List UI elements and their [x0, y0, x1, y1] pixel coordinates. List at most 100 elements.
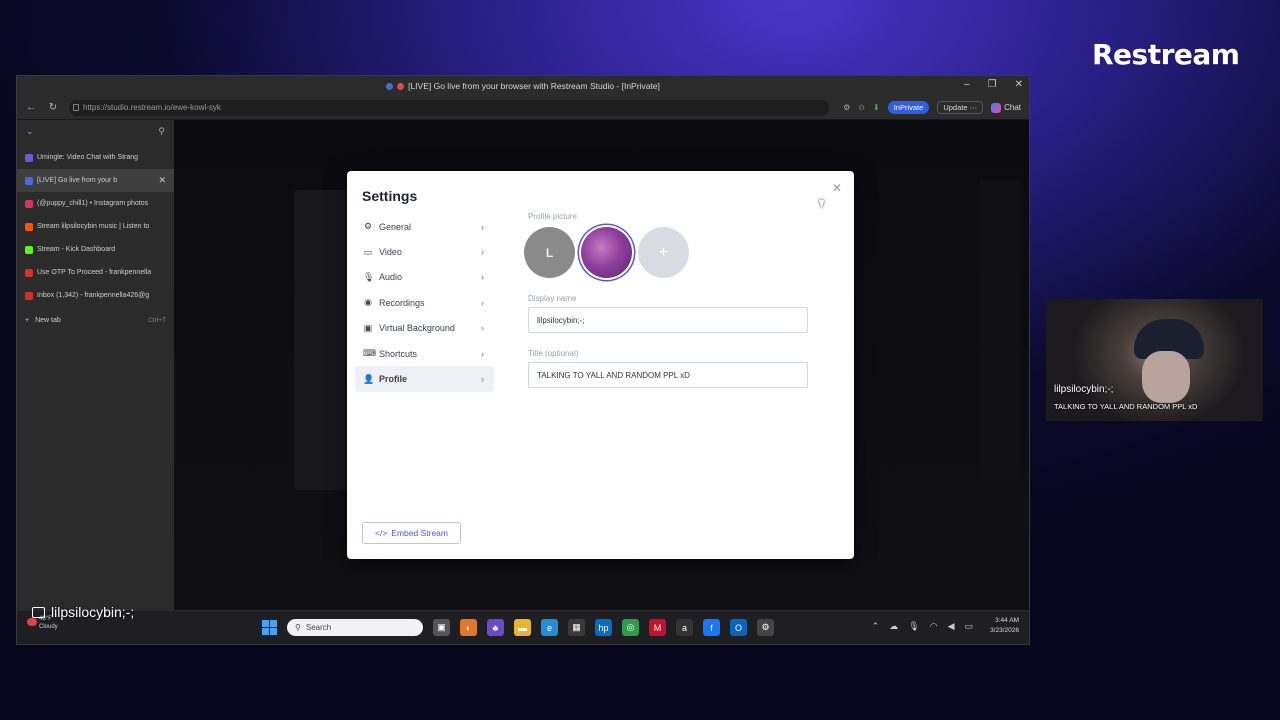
- taskbar-clock[interactable]: 3:44 AM 3/23/2026: [990, 616, 1019, 636]
- new-tab-label: New tab: [35, 316, 61, 324]
- settings-title: Settings: [362, 188, 418, 204]
- mcafee-icon[interactable]: M: [649, 619, 666, 636]
- chevron-right-icon: ›: [481, 247, 484, 258]
- pin-icon[interactable]: ⚲: [158, 126, 165, 137]
- embed-stream-button[interactable]: </> Embed Stream: [362, 522, 461, 544]
- add-avatar-button[interactable]: +: [638, 227, 689, 278]
- close-window-icon[interactable]: ✕: [1015, 79, 1023, 90]
- sidebar-tab[interactable]: Use OTP To Proceed - frankpennella: [17, 261, 174, 284]
- chat-button[interactable]: Chat: [991, 102, 1021, 113]
- avatar-selected-image[interactable]: [581, 227, 632, 278]
- avatar-initial[interactable]: L: [524, 227, 575, 278]
- record-icon: ◉: [364, 297, 372, 308]
- image-icon: ▣: [363, 322, 373, 333]
- live-dot-icon: [397, 82, 405, 90]
- settings-modal: Settings ✕ ⚙ General › ▭ Video › 🎙 Audio › ◉ Recor…: [347, 171, 854, 559]
- back-icon[interactable]: ←: [25, 102, 37, 113]
- window-title: [LIVE] Go live from your browser with Re…: [408, 81, 660, 91]
- wifi-icon[interactable]: ◠: [930, 621, 938, 632]
- tab-favicon-icon: [25, 245, 33, 254]
- chevron-right-icon: ›: [481, 221, 484, 232]
- chrome-icon[interactable]: ◎: [622, 619, 639, 636]
- sidebar-tab[interactable]: Stream lilpsilocybin music | Listen to: [17, 215, 174, 238]
- sidebar-tab[interactable]: [LIVE] Go live from your b ✕: [17, 169, 174, 192]
- settings-menu-item-audio[interactable]: 🎙 Audio ›: [355, 265, 494, 290]
- title-field[interactable]: TALKING TO YALL AND RANDOM PPL xD: [528, 362, 808, 388]
- app-icon-2[interactable]: ♣: [487, 619, 504, 636]
- collapse-chevron-icon[interactable]: ⌄: [26, 126, 34, 137]
- settings-menu-label: Audio: [379, 272, 403, 283]
- close-tab-icon[interactable]: ✕: [158, 175, 166, 186]
- hp-icon[interactable]: hp: [595, 619, 612, 636]
- stream-name-overlay: lilpsilocybin;-;: [32, 604, 134, 620]
- sidebar-tab-label: (@puppy_chill1) • Instagram photos: [37, 200, 149, 207]
- windows-start-icon[interactable]: [262, 620, 277, 635]
- dimmed-side-panel: [980, 180, 1020, 480]
- webcam-face: [1142, 351, 1190, 403]
- close-icon[interactable]: ✕: [832, 181, 842, 195]
- vertical-tabs-sidebar: ⌄ ⚲ Umingle: Video Chat with Strang [LIVE…: [17, 120, 174, 644]
- sidebar-tab-label: Stream - Kick Dashboard: [37, 246, 116, 253]
- sidebar-tab[interactable]: Umingle: Video Chat with Strang: [17, 146, 174, 169]
- sidebar-tab[interactable]: Stream - Kick Dashboard: [17, 238, 174, 261]
- settings-menu-label: General: [379, 221, 412, 232]
- new-tab-shortcut: Ctrl+T: [148, 316, 166, 324]
- search-placeholder: Search: [305, 623, 332, 632]
- profile-picture-label: Profile picture: [528, 212, 577, 221]
- plus-icon: +: [25, 316, 30, 324]
- sidebar-tab[interactable]: (@puppy_chill1) • Instagram photos: [17, 192, 174, 215]
- settings-menu-item-general[interactable]: ⚙ General ›: [355, 214, 494, 239]
- update-button[interactable]: Update ⋯: [937, 101, 984, 114]
- search-icon: ⚲: [295, 623, 301, 632]
- app-icon-1[interactable]: ◐: [460, 619, 477, 636]
- settings-menu-label: Recordings: [379, 297, 425, 308]
- settings-menu-item-shortcuts[interactable]: ⌨ Shortcuts ›: [355, 341, 494, 366]
- settings-menu-item-video[interactable]: ▭ Video ›: [355, 239, 494, 264]
- sidebar-tab-label: Stream lilpsilocybin music | Listen to: [37, 223, 150, 230]
- inprivate-badge[interactable]: InPrivate: [887, 101, 930, 114]
- favorites-icon[interactable]: ✩: [858, 103, 865, 112]
- onedrive-icon[interactable]: ☁: [889, 621, 898, 632]
- title-label: Title (optional): [528, 349, 579, 358]
- chevron-up-icon[interactable]: ⌃: [872, 621, 880, 632]
- settings-menu-item-virtual-background[interactable]: ▣ Virtual Background ›: [355, 316, 494, 341]
- outlook-icon[interactable]: O: [730, 619, 747, 636]
- url-text: https://studio.restream.io/ewe-kowl-syk: [83, 103, 221, 112]
- volume-icon[interactable]: ◀: [948, 621, 955, 632]
- settings-menu-item-profile[interactable]: 👤 Profile ›: [355, 366, 494, 392]
- clock-date: 3/23/2026: [990, 627, 1019, 634]
- gear-icon: ⚙: [363, 221, 373, 232]
- webcam-feed: lilpsilocybin;-; TALKING TO YALL AND RAN…: [1046, 299, 1263, 421]
- settings-gear-icon[interactable]: ⚙: [757, 619, 774, 636]
- taskbar-search[interactable]: ⚲ Search: [287, 619, 423, 636]
- battery-icon[interactable]: ▭: [964, 621, 973, 632]
- amazon-icon[interactable]: a: [676, 619, 693, 636]
- sidebar-tab[interactable]: Inbox (1,342) - frankpennella426@g: [17, 284, 174, 307]
- user-icon: 👤: [363, 373, 375, 384]
- restore-icon[interactable]: ❐: [988, 79, 997, 90]
- task-view-icon[interactable]: ▣: [433, 619, 450, 636]
- copilot-icon: [991, 102, 1002, 113]
- file-explorer-icon[interactable]: ▬: [514, 619, 531, 636]
- restream-logo: Restream: [1092, 38, 1240, 71]
- facebook-icon[interactable]: f: [703, 619, 720, 636]
- minimize-icon[interactable]: –: [964, 79, 970, 90]
- extensions-icon[interactable]: ⚙: [843, 103, 850, 112]
- url-field[interactable]: https://studio.restream.io/ewe-kowl-syk: [69, 99, 829, 116]
- new-tab-button[interactable]: + New tab Ctrl+T: [17, 307, 174, 333]
- address-bar-row: ← ↻ https://studio.restream.io/ewe-kowl-…: [17, 96, 1029, 120]
- sidebar-tab-label: Use OTP To Proceed - frankpennella: [37, 269, 152, 276]
- sidebar-tab-label: [LIVE] Go live from your b: [37, 177, 118, 184]
- store-icon[interactable]: ▦: [568, 619, 585, 636]
- lock-icon: [73, 103, 79, 111]
- settings-menu-label: Video: [379, 247, 402, 258]
- mic-icon[interactable]: 🎙: [908, 621, 919, 632]
- settings-menu-item-recordings[interactable]: ◉ Recordings ›: [355, 290, 494, 315]
- display-name-field[interactable]: lilpsilocybin;-;: [528, 307, 808, 333]
- sidebar-tab-label: Umingle: Video Chat with Strang: [37, 154, 139, 161]
- system-tray: ⌃ ☁ 🎙 ◠ ◀ ▭: [872, 621, 973, 632]
- refresh-icon[interactable]: ↻: [47, 102, 59, 113]
- download-icon[interactable]: ⬇: [873, 103, 880, 112]
- edge-icon[interactable]: e: [541, 619, 558, 636]
- clock-time: 3:44 AM: [995, 617, 1019, 624]
